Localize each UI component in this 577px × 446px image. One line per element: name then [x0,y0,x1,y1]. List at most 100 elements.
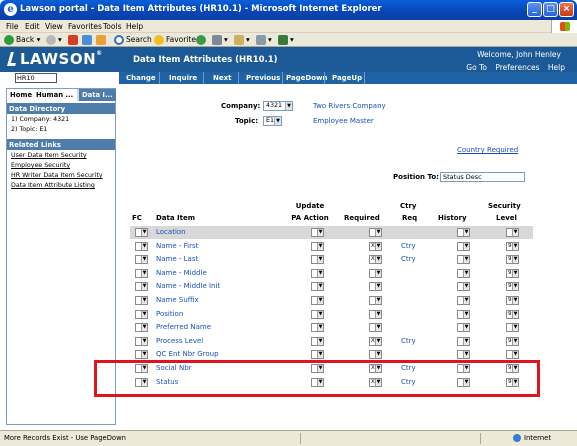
history-select[interactable]: ▼ [457,323,470,333]
security-level-select[interactable]: 9 ▼ [506,309,519,319]
ctry-req-link[interactable]: Ctry [401,255,416,263]
pagedown-button[interactable]: PageDown [286,74,328,82]
update-select[interactable]: ▼ [311,323,324,333]
security-level-select[interactable]: 9 ▼ [506,255,519,265]
ctry-req-link[interactable]: Ctry [401,242,416,250]
help-link[interactable]: Help [548,63,565,72]
forward-button[interactable]: ▾ [46,35,62,45]
related-link[interactable]: HR Writer Data Item Security [11,172,103,179]
maximize-button[interactable]: □ [543,2,558,17]
fc-select[interactable]: ▼ [135,323,148,333]
required-select[interactable]: X ▼ [369,336,382,346]
next-button[interactable]: Next [213,74,231,82]
fc-select[interactable]: ▼ [135,282,148,292]
change-button[interactable]: Change [126,74,156,82]
menu-tools[interactable]: Tools [103,22,121,31]
pageup-button[interactable]: PageUp [332,74,362,82]
update-select[interactable]: ▼ [311,228,324,237]
country-required-link[interactable]: Country Required [457,146,518,154]
media-icon[interactable] [196,35,208,45]
close-button[interactable]: × [559,2,574,17]
ctry-req-link[interactable]: Ctry [401,337,416,345]
menu-edit[interactable]: Edit [25,22,40,31]
menu-view[interactable]: View [45,22,63,31]
menu-favorites[interactable]: Favorites [68,22,102,31]
related-link[interactable]: User Data Item Security [11,152,87,159]
required-select[interactable]: X ▼ [369,255,382,265]
fc-select[interactable]: ▼ [135,228,148,237]
edit-icon[interactable]: ▾ [278,35,294,45]
preferences-link[interactable]: Preferences [495,63,539,72]
directory-item[interactable]: 1) Company: 4321 [11,116,69,123]
history-icon[interactable]: ▾ [212,35,228,45]
back-button[interactable]: Back ▾ [4,35,40,45]
search-button[interactable]: Search [114,35,152,45]
fc-select[interactable]: ▼ [135,268,148,278]
history-select[interactable]: ▼ [457,241,470,251]
required-select[interactable]: X ▼ [369,241,382,251]
inquire-button[interactable]: Inquire [169,74,197,82]
fc-select[interactable]: ▼ [135,309,148,319]
minimize-button[interactable]: _ [527,2,542,17]
top-links: Go To Preferences Help [460,63,565,72]
topic-select[interactable]: E1 ▼ [263,116,282,126]
security-level-select[interactable]: ▼ [506,323,519,333]
security-level-select[interactable]: 9 ▼ [506,296,519,305]
related-link[interactable]: Data Item Attribute Listing [11,182,95,189]
security-level-select[interactable]: ▼ [506,228,519,237]
history-select[interactable]: ▼ [457,350,470,360]
chevron-down-icon: ▼ [141,310,147,318]
form-id-input[interactable]: HR10 [15,73,57,83]
history-select[interactable]: ▼ [457,336,470,346]
mail-icon[interactable]: ▾ [234,35,250,45]
related-link[interactable]: Employee Security [11,162,70,169]
previous-button[interactable]: Previous [246,74,280,82]
security-level-select[interactable]: 9 ▼ [506,241,519,251]
update-select[interactable]: ▼ [311,350,324,360]
history-select[interactable]: ▼ [457,255,470,265]
update-select[interactable]: ▼ [311,282,324,292]
security-level-select[interactable]: 9 ▼ [506,268,519,278]
stop-icon[interactable] [68,35,80,45]
security-level-select[interactable]: ▼ [506,350,519,360]
update-select[interactable]: ▼ [311,255,324,265]
required-select[interactable]: ▼ [369,282,382,292]
menu-help[interactable]: Help [126,22,143,31]
fc-select[interactable]: ▼ [135,296,148,305]
tab-human[interactable]: Human ... [33,89,78,101]
refresh-icon[interactable] [82,35,94,45]
tab-data[interactable]: Data I... [79,89,117,101]
company-select[interactable]: 4321 ▼ [263,101,293,111]
update-select[interactable]: ▼ [311,268,324,278]
home-icon[interactable] [96,35,108,45]
security-level-select[interactable]: 9 ▼ [506,336,519,346]
required-select[interactable]: ▼ [369,296,382,305]
required-select[interactable]: ▼ [369,309,382,319]
fc-select[interactable]: ▼ [135,336,148,346]
required-select[interactable]: ▼ [369,268,382,278]
history-select[interactable]: ▼ [457,309,470,319]
history-select[interactable]: ▼ [457,296,470,305]
update-select[interactable]: ▼ [311,296,324,305]
update-select[interactable]: ▼ [311,336,324,346]
history-select[interactable]: ▼ [457,228,470,237]
security-level-select[interactable]: 9 ▼ [506,282,519,292]
required-select[interactable]: ▼ [369,323,382,333]
fc-select[interactable]: ▼ [135,241,148,251]
tab-home[interactable]: Home [7,89,37,101]
menu-file[interactable]: File [6,22,19,31]
fc-select[interactable]: ▼ [135,350,148,360]
goto-link[interactable]: Go To [466,63,487,72]
required-select[interactable]: ▼ [369,228,382,237]
history-select[interactable]: ▼ [457,282,470,292]
required-select[interactable]: ▼ [369,350,382,360]
history-select[interactable]: ▼ [457,268,470,278]
update-select[interactable]: ▼ [311,309,324,319]
data-item-label: Name - Middle Init [156,282,221,291]
update-select[interactable]: ▼ [311,241,324,251]
directory-item[interactable]: 2) Topic: E1 [11,126,47,133]
favorites-button[interactable]: Favorites [154,35,200,45]
print-icon[interactable]: ▾ [256,35,272,45]
fc-select[interactable]: ▼ [135,255,148,265]
position-to-input[interactable]: Status Desc [440,172,525,182]
